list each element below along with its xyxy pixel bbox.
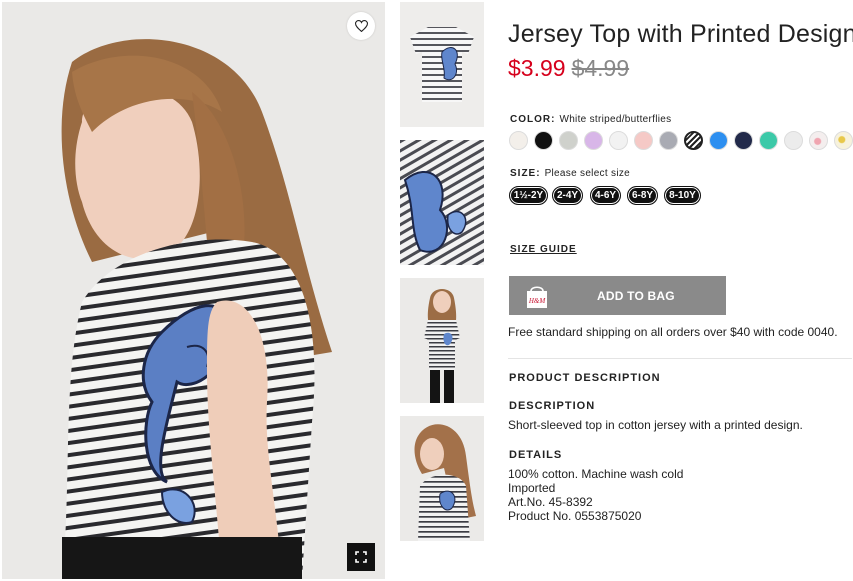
thumbnail-flat[interactable] (400, 2, 484, 127)
details-line: Product No. 0553875020 (508, 509, 642, 523)
thumbnail-image (400, 278, 484, 403)
description-text: Short-sleeved top in cotton jersey with … (508, 418, 803, 432)
details-line: Imported (508, 481, 556, 495)
product-photo (2, 2, 385, 579)
details-line: 100% cotton. Machine wash cold (508, 467, 684, 481)
size-option-6-8y[interactable]: 6-8Y (627, 186, 658, 205)
description-heading: DESCRIPTION (509, 400, 596, 412)
color-swatch-navy[interactable] (734, 131, 753, 150)
color-swatch-cream[interactable] (509, 131, 528, 150)
expand-icon (355, 551, 367, 563)
thumbnail-image (400, 2, 484, 127)
thumbnail-detail[interactable] (400, 140, 484, 265)
size-option-4-6y[interactable]: 4-6Y (590, 186, 621, 205)
color-swatch-light-grey[interactable] (784, 131, 803, 150)
color-swatch-print-yellow[interactable] (834, 131, 853, 150)
size-guide-link[interactable]: SIZE GUIDE (510, 244, 577, 255)
main-product-image[interactable] (2, 2, 385, 579)
wishlist-button[interactable] (347, 12, 375, 40)
color-swatch-lilac[interactable] (584, 131, 603, 150)
color-swatch-floral[interactable] (809, 131, 828, 150)
original-price: $4.99 (571, 55, 630, 81)
color-selected-value: White striped/butterflies (559, 114, 672, 125)
thumbnail-model[interactable] (400, 278, 484, 403)
add-to-bag-label: ADD TO BAG (597, 288, 675, 303)
size-option-8-10y[interactable]: 8-10Y (664, 186, 701, 205)
color-swatch-blue[interactable] (709, 131, 728, 150)
size-option-2-4y[interactable]: 2-4Y (552, 186, 583, 205)
shopping-bag-icon: H&M (527, 285, 547, 308)
thumbnail-image (400, 416, 484, 541)
color-swatch-grey[interactable] (659, 131, 678, 150)
color-swatch-turquoise[interactable] (759, 131, 778, 150)
heart-icon (354, 20, 368, 32)
color-swatch-white[interactable] (609, 131, 628, 150)
color-label: COLOR: (510, 114, 556, 125)
details-line: Art.No. 45-8392 (508, 495, 593, 509)
divider (508, 358, 852, 359)
sale-price: $3.99 (508, 55, 566, 81)
add-to-bag-button[interactable]: H&M ADD TO BAG (509, 276, 726, 315)
color-label-row: COLOR: White striped/butterflies (510, 114, 671, 125)
color-swatch-black[interactable] (534, 131, 553, 150)
product-title: Jersey Top with Printed Design (508, 20, 853, 48)
color-swatch-light-pink[interactable] (634, 131, 653, 150)
shipping-info: Free standard shipping on all orders ove… (508, 325, 838, 339)
price: $3.99 $4.99 (508, 55, 629, 82)
size-option-1-5-2y[interactable]: 1½-2Y (509, 186, 548, 205)
color-swatch-light-grey-green[interactable] (559, 131, 578, 150)
thumbnail-image (400, 140, 484, 265)
product-description-heading: PRODUCT DESCRIPTION (509, 372, 661, 384)
size-label-row: SIZE: Please select size (510, 168, 630, 179)
size-label: SIZE: (510, 168, 541, 179)
size-hint: Please select size (544, 168, 631, 179)
details-heading: DETAILS (509, 449, 563, 461)
color-swatch-striped[interactable] (684, 131, 703, 150)
fullscreen-button[interactable] (347, 543, 375, 571)
bag-brand-logo: H&M (528, 297, 547, 305)
thumbnail-model-side[interactable] (400, 416, 484, 541)
